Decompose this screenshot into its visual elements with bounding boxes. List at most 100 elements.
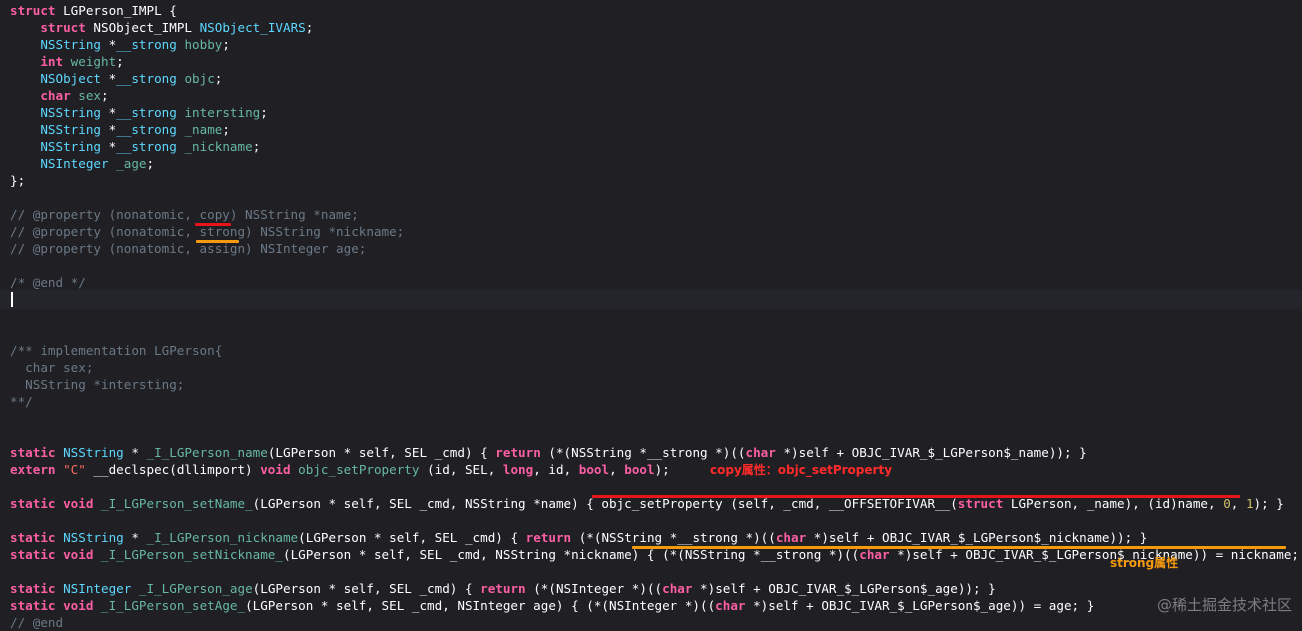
code-token: bool xyxy=(624,462,655,477)
code-token: NSObject_IVARS xyxy=(192,20,306,35)
code-token: 0 xyxy=(1223,496,1231,511)
code-token: objc_setProperty xyxy=(298,462,420,477)
code-token: (LGPerson * self, SEL _cmd) { xyxy=(267,445,496,460)
code-line: struct LGPerson_IMPL { xyxy=(10,2,177,19)
code-token: int xyxy=(40,54,64,69)
code-token: objc xyxy=(176,71,215,86)
setnickname-underline xyxy=(632,546,1286,549)
code-token: // @property (nonatomic, assign) NSInteg… xyxy=(10,241,367,256)
code-token: LGPerson, _name), (id)name, xyxy=(1003,496,1224,511)
code-token: *)self + OBJC_IVAR_$_LGPerson$_name)); } xyxy=(775,445,1087,460)
code-token: *)self + OBJC_IVAR_$_LGPerson$_age)) = a… xyxy=(745,598,1095,613)
code-token: _nickname xyxy=(176,139,253,154)
code-token: ); xyxy=(654,462,670,477)
code-token: // @end xyxy=(10,615,64,630)
code-token: (LGPerson * self, SEL _cmd, NSString *ni… xyxy=(282,547,860,562)
code-token: char xyxy=(859,547,890,562)
code-token: static xyxy=(10,445,64,460)
code-token: *)self + OBJC_IVAR_$_LGPerson$_nickname)… xyxy=(889,547,1302,562)
code-token: (LGPerson * self, SEL _cmd) { xyxy=(298,530,526,545)
code-token: static void xyxy=(10,496,101,511)
code-line: static NSInteger _I_LGPerson_age(LGPerso… xyxy=(10,580,996,597)
code-token: ; xyxy=(305,20,314,35)
code-token: static void xyxy=(10,547,101,562)
code-token: static xyxy=(10,581,64,596)
code-token: /** implementation LGPerson{ xyxy=(10,343,223,358)
setname-underline xyxy=(592,495,1240,498)
code-token: 1 xyxy=(1245,496,1254,511)
code-line: /** implementation LGPerson{ xyxy=(10,342,222,359)
code-token: static xyxy=(10,530,64,545)
code-line: // @property (nonatomic, assign) NSInteg… xyxy=(10,240,366,257)
code-token: char sex; xyxy=(10,360,94,375)
strong-underline xyxy=(196,240,239,243)
code-token: _I_LGPerson_name xyxy=(146,445,268,460)
code-token: (*(NSInteger *)(( xyxy=(525,581,663,596)
code-token: _I_LGPerson_setNickname_ xyxy=(101,547,283,562)
code-token: ; xyxy=(101,88,109,103)
code-line: NSString *__strong _name; xyxy=(10,121,230,138)
code-line: // @property (nonatomic, copy) NSString … xyxy=(10,206,359,223)
code-line: static NSString * _I_LGPerson_nickname(L… xyxy=(10,529,1147,546)
code-line: NSString *__strong hobby; xyxy=(10,36,230,53)
code-token: char xyxy=(715,598,746,613)
code-token: char xyxy=(40,88,71,103)
code-token: (LGPerson * self, SEL _cmd, NSString *na… xyxy=(252,496,958,511)
code-line: NSInteger _age; xyxy=(10,155,154,172)
code-token: void xyxy=(260,462,291,477)
code-token: "C" xyxy=(63,462,86,477)
code-token: weight xyxy=(63,54,117,69)
code-token: char xyxy=(775,530,807,545)
code-token: *)self + OBJC_IVAR_$_LGPerson$_age)); } xyxy=(692,581,996,596)
code-line: **/ xyxy=(10,393,33,410)
code-token: (*(NSString *__strong *)(( xyxy=(571,530,776,545)
code-token: NSString *intersting; xyxy=(10,377,185,392)
code-token: NSObject xyxy=(40,71,102,86)
code-token: NSString xyxy=(63,530,124,545)
code-token: // @property (nonatomic, strong) NSStrin… xyxy=(10,224,405,239)
code-token: NSObject_IMPL xyxy=(93,20,192,35)
code-token: , xyxy=(1230,496,1246,511)
code-line: static NSString * _I_LGPerson_name(LGPer… xyxy=(10,444,1087,461)
code-token: ; xyxy=(214,71,223,86)
code-token: bool xyxy=(578,462,610,477)
watermark: @稀土掘金技术社区 xyxy=(1156,596,1292,614)
code-token: (LGPerson * self, SEL _cmd) { xyxy=(252,581,481,596)
code-token: ); } xyxy=(1253,496,1284,511)
code-editor[interactable]: struct LGPerson_IMPL { struct NSObject_I… xyxy=(0,0,1302,630)
text-cursor xyxy=(11,292,13,307)
code-token: (*(NSString *__strong *)(( xyxy=(540,445,746,460)
code-token: __strong xyxy=(116,139,177,154)
code-token: return xyxy=(525,530,572,545)
code-token: long xyxy=(502,462,534,477)
code-token: __strong xyxy=(116,37,177,52)
code-token: /* @end */ xyxy=(10,275,86,290)
code-token: __declspec(dllimport) xyxy=(85,462,261,477)
code-token: static void xyxy=(10,598,101,613)
code-line: char sex; xyxy=(10,87,109,104)
code-token: * xyxy=(123,530,147,545)
code-token: LGPerson_IMPL xyxy=(63,3,162,18)
code-token: return xyxy=(495,445,541,460)
code-token: (id, SEL, xyxy=(419,462,503,477)
copy-annotation: copy属性：objc_setProperty xyxy=(710,463,893,477)
code-token: intersting xyxy=(176,105,261,120)
code-token: , xyxy=(609,462,625,477)
code-token: * xyxy=(123,445,147,460)
code-token: sex xyxy=(70,88,102,103)
code-line: extern "C" __declspec(dllimport) void ob… xyxy=(10,461,670,478)
code-token: __strong xyxy=(116,71,177,86)
code-token: , id, xyxy=(533,462,579,477)
code-token: // @property (nonatomic, copy) NSString … xyxy=(10,207,359,222)
code-line: /* @end */ xyxy=(10,274,86,291)
code-line: struct NSObject_IMPL NSObject_IVARS; xyxy=(10,19,313,36)
code-token: ; xyxy=(260,105,268,120)
code-line: // @end xyxy=(10,614,63,631)
